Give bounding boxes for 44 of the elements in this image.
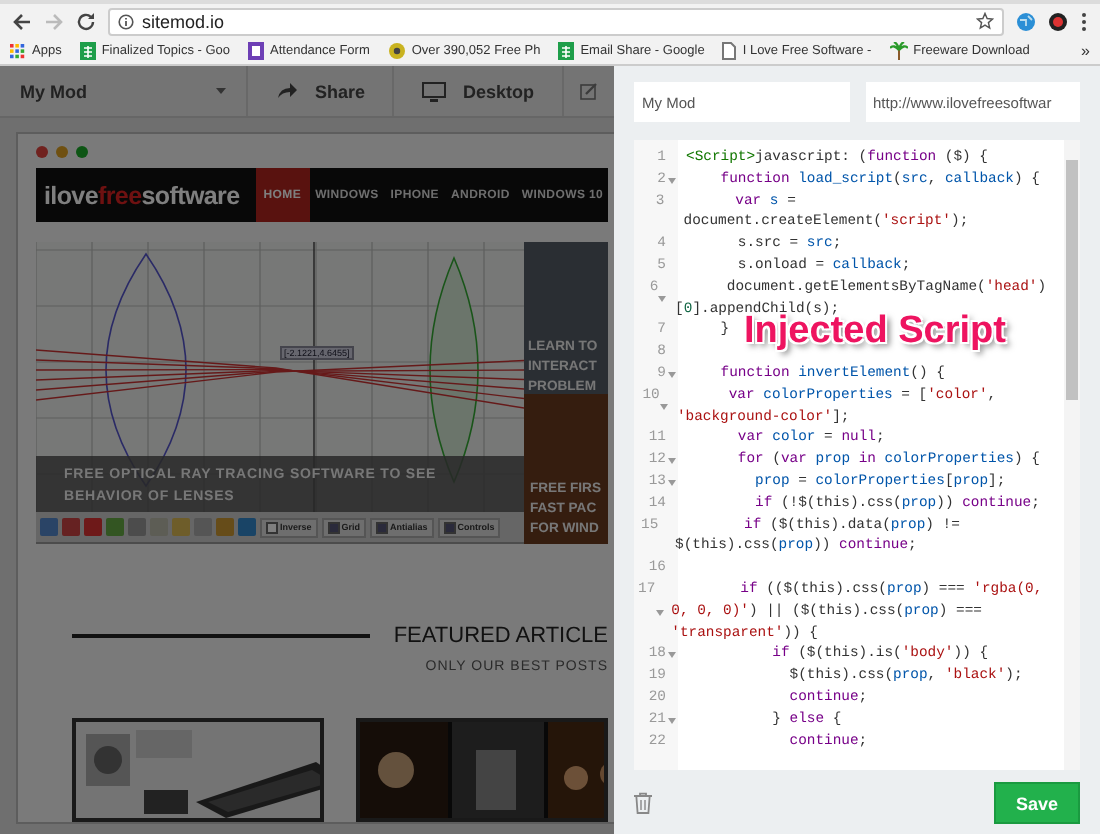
fold-icon[interactable]: [668, 479, 676, 486]
reload-icon[interactable]: [76, 11, 96, 31]
sheet-icon: [79, 42, 96, 60]
fold-icon[interactable]: [660, 404, 669, 411]
globe-icon[interactable]: [1016, 11, 1036, 31]
extension-icon[interactable]: [1048, 11, 1068, 31]
fold-icon[interactable]: [668, 371, 676, 378]
mod-dropdown[interactable]: My Mod: [0, 66, 249, 116]
fold-icon[interactable]: [655, 609, 664, 616]
site-icon: [387, 42, 406, 60]
info-icon: [118, 13, 134, 29]
fold-icon[interactable]: [668, 458, 676, 465]
section-heading: FEATURED ARTICLE: [393, 624, 608, 648]
caret-icon: [216, 88, 227, 94]
fold-icon[interactable]: [658, 296, 667, 303]
window-dot: [76, 146, 88, 158]
address-bar[interactable]: sitemod.io: [108, 7, 1004, 35]
edit-icon[interactable]: [580, 82, 598, 100]
scrollbar[interactable]: [1064, 140, 1080, 770]
forward-icon[interactable]: [44, 11, 64, 31]
monitor-icon: [422, 81, 447, 101]
window-dot: [36, 146, 48, 158]
back-icon[interactable]: [12, 11, 32, 31]
url-text: sitemod.io: [142, 11, 227, 31]
form-icon: [248, 42, 265, 60]
apps-icon: [10, 43, 26, 59]
star-icon[interactable]: [976, 12, 994, 30]
share-icon: [276, 82, 299, 100]
fold-icon[interactable]: [668, 717, 676, 724]
site-logo[interactable]: ilovefreesoftware: [36, 168, 256, 222]
code-editor[interactable]: [634, 140, 1080, 770]
palm-tree-icon: [889, 42, 908, 60]
menu-icon[interactable]: [1080, 11, 1088, 31]
fold-icon[interactable]: [668, 177, 676, 184]
page-icon: [722, 42, 737, 60]
fold-icon[interactable]: [668, 652, 676, 659]
trash-icon[interactable]: [634, 792, 652, 814]
toolbar-button[interactable]: Desktop: [394, 66, 564, 116]
save-button[interactable]: Save: [994, 782, 1080, 824]
more-bookmarks[interactable]: »: [1081, 42, 1090, 60]
annotation-label: Injected Script: [744, 312, 1006, 352]
window-dot: [56, 146, 68, 158]
sheet-icon: [558, 42, 575, 60]
toolbar-button[interactable]: Share: [248, 66, 395, 116]
